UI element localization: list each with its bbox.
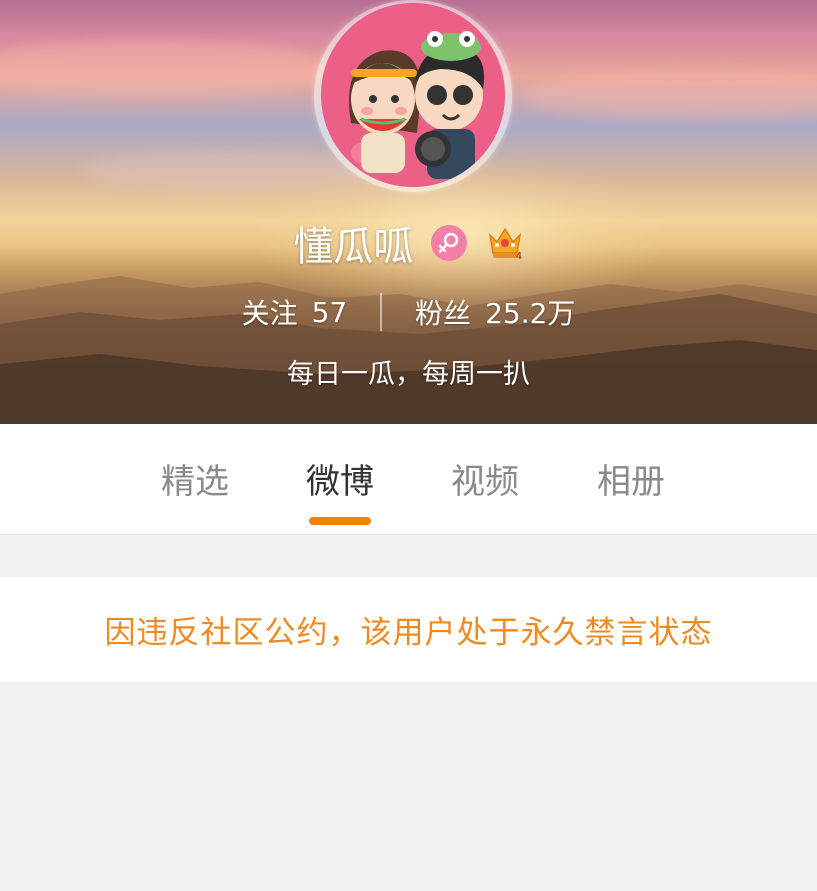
mountains-silhouette — [0, 276, 817, 424]
profile-cover: 懂瓜呱 4 关注 57 粉丝 25.2万 每日一瓜，每周一扒 — [0, 0, 817, 424]
profile-bio: 每日一瓜，每周一扒 — [287, 359, 530, 390]
tab-albums[interactable]: 相册 — [566, 454, 696, 503]
ban-notice-text: 因违反社区公约，该用户处于永久禁言状态 — [104, 615, 713, 651]
cover-cloud — [0, 40, 340, 100]
tab-featured[interactable]: 精选 — [130, 454, 260, 503]
tab-videos[interactable]: 视频 — [420, 454, 550, 503]
active-tab-indicator — [309, 517, 371, 525]
tab-weibo[interactable]: 微博 — [275, 454, 405, 503]
profile-tabs: 精选 微博 视频 相册 — [0, 424, 817, 535]
following-label: 关注 — [241, 297, 298, 330]
ban-notice: 因违反社区公约，该用户处于永久禁言状态 — [0, 577, 817, 682]
following-stat[interactable]: 关注 57 — [241, 294, 357, 331]
profile-stats: 关注 57 粉丝 25.2万 — [0, 292, 817, 338]
crown-badge-icon[interactable]: 4 — [486, 225, 524, 262]
stats-divider — [380, 293, 383, 331]
cover-cloud — [520, 70, 817, 120]
followers-stat[interactable]: 粉丝 25.2万 — [415, 294, 576, 330]
badge-level: 4 — [516, 251, 522, 261]
profile-name-row: 懂瓜呱 4 — [0, 214, 817, 270]
avatar[interactable] — [321, 3, 505, 187]
profile-name: 懂瓜呱 — [293, 224, 414, 270]
followers-count: 25.2万 — [485, 297, 576, 330]
following-count: 57 — [311, 295, 348, 329]
followers-label: 粉丝 — [415, 297, 472, 330]
female-icon — [430, 225, 467, 261]
avatar-illustration — [321, 3, 505, 187]
